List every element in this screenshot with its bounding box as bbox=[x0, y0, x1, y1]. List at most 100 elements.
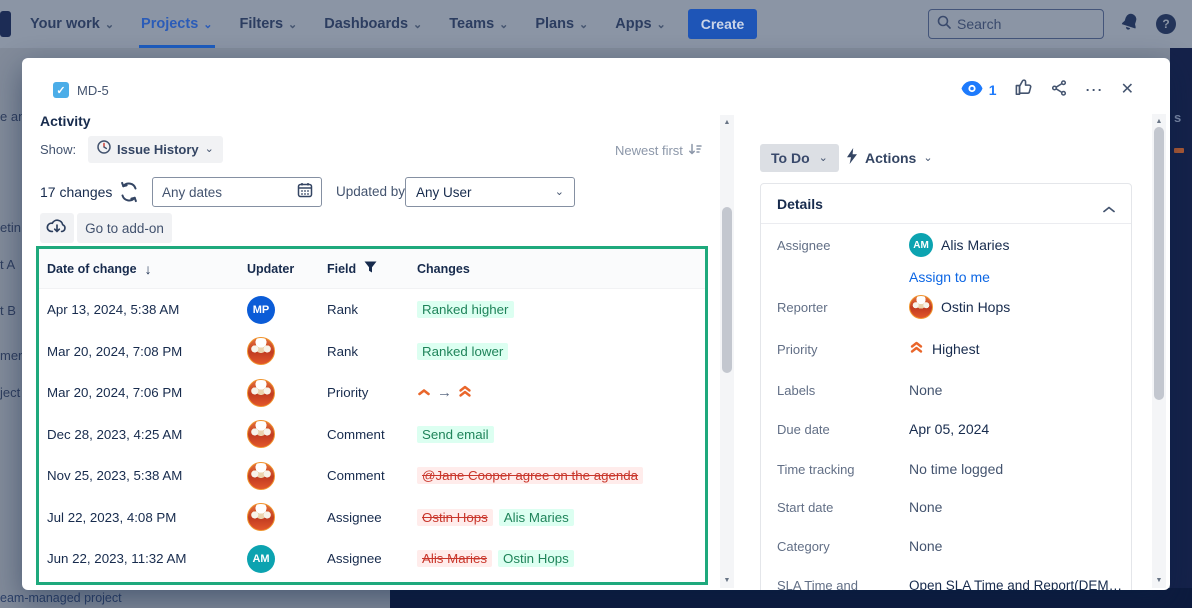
search-input[interactable] bbox=[957, 16, 1095, 32]
scrollbar-thumb[interactable] bbox=[722, 207, 732, 373]
priority-high-icon bbox=[417, 385, 431, 400]
field-label: Due date bbox=[777, 421, 830, 437]
nav-item-teams[interactable]: Teams ⌄ bbox=[449, 0, 508, 48]
change-date: Jun 22, 2023, 11:32 AM bbox=[47, 551, 187, 567]
nav-item-your-work[interactable]: Your work ⌄ bbox=[30, 0, 114, 48]
avatar: AM bbox=[909, 233, 933, 257]
sort-order-control[interactable]: Newest first bbox=[615, 142, 702, 159]
cloud-addon-button[interactable] bbox=[40, 213, 74, 243]
issue-modal: ✓ MD-5 1 ⋯ ✕ Activity Show: Issue Histor… bbox=[22, 58, 1170, 590]
close-icon[interactable]: ✕ bbox=[1121, 82, 1134, 98]
activity-filter-dropdown[interactable]: Issue History ⌄ bbox=[88, 136, 223, 163]
field-category: Category None bbox=[777, 533, 1119, 559]
column-field: Field bbox=[327, 261, 357, 276]
watch-count: 1 bbox=[988, 82, 997, 98]
priority-value[interactable]: Highest bbox=[909, 341, 979, 357]
column-date-of-change[interactable]: Date of change bbox=[47, 262, 137, 276]
issue-history-table: Date of change ↓ Updater Field Changes Ap… bbox=[36, 246, 708, 585]
date-filter-input[interactable] bbox=[162, 184, 291, 200]
history-row[interactable]: Apr 13, 2024, 5:38 AM MP Rank Ranked hig… bbox=[39, 289, 705, 331]
history-row[interactable]: Mar 20, 2024, 7:06 PM Priority → bbox=[39, 372, 705, 414]
nav-right-group: ? bbox=[928, 9, 1176, 39]
status-dropdown[interactable]: To Do ⌄ bbox=[760, 144, 839, 172]
notifications-bell-icon[interactable] bbox=[1120, 12, 1140, 37]
due-date-value[interactable]: Apr 05, 2024 bbox=[909, 421, 989, 437]
scroll-down-icon[interactable]: ▼ bbox=[1152, 577, 1166, 584]
field-label: Category bbox=[777, 538, 830, 554]
search-icon bbox=[937, 15, 951, 34]
reporter-value[interactable]: Ostin Hops bbox=[909, 295, 1010, 319]
share-button[interactable] bbox=[1050, 79, 1068, 102]
go-to-addon-button[interactable]: Go to add-on bbox=[77, 213, 172, 243]
chevron-down-icon: ⌄ bbox=[204, 143, 214, 155]
issue-key[interactable]: MD-5 bbox=[77, 83, 109, 98]
avatar bbox=[909, 295, 933, 319]
avatar bbox=[247, 503, 275, 532]
category-value[interactable]: None bbox=[909, 538, 942, 554]
time-tracking-value[interactable]: No time logged bbox=[909, 461, 1003, 477]
nav-item-dashboards[interactable]: Dashboards ⌄ bbox=[324, 0, 422, 48]
details-scrollbar[interactable]: ▲ ▼ bbox=[1152, 114, 1166, 588]
assignee-name: Alis Maries bbox=[941, 237, 1010, 253]
change-field: Assignee bbox=[327, 551, 382, 567]
create-button[interactable]: Create bbox=[687, 9, 758, 39]
scroll-up-icon[interactable]: ▲ bbox=[720, 119, 734, 126]
sla-report-link[interactable]: Open SLA Time and Report(DEM… bbox=[909, 578, 1122, 591]
eye-icon bbox=[961, 81, 983, 99]
field-priority: Priority Highest bbox=[777, 336, 1119, 362]
collapse-chevron-icon[interactable] bbox=[1103, 200, 1115, 218]
avatar: MP bbox=[247, 295, 275, 324]
background-mark bbox=[1174, 148, 1184, 153]
history-row[interactable]: Mar 20, 2024, 7:08 PM Rank Ranked lower bbox=[39, 331, 705, 373]
top-navigation: Your work ⌄ Projects ⌄ Filters ⌄ Dashboards… bbox=[0, 0, 1192, 48]
history-row[interactable]: Dec 28, 2023, 4:25 AM Comment Send email bbox=[39, 414, 705, 456]
updated-by-label: Updated by: bbox=[336, 184, 409, 199]
nav-item-projects[interactable]: Projects ⌄ bbox=[139, 0, 215, 48]
thumbs-up-icon bbox=[1014, 78, 1033, 102]
nav-item-plans[interactable]: Plans ⌄ bbox=[535, 0, 588, 48]
scroll-down-icon[interactable]: ▼ bbox=[720, 577, 734, 584]
modal-header-actions: 1 ⋯ ✕ bbox=[961, 78, 1134, 102]
labels-value[interactable]: None bbox=[909, 382, 942, 398]
chevron-down-icon: ⌄ bbox=[288, 18, 298, 31]
help-icon[interactable]: ? bbox=[1156, 14, 1176, 34]
nav-item-apps[interactable]: Apps ⌄ bbox=[615, 0, 665, 48]
priority-highest-icon bbox=[458, 385, 472, 401]
project-type-fragment: eam-managed project bbox=[0, 591, 122, 605]
refresh-button[interactable] bbox=[118, 181, 140, 208]
show-label: Show: bbox=[40, 142, 77, 157]
activity-scrollbar[interactable]: ▲ ▼ bbox=[720, 115, 734, 588]
more-actions-button[interactable]: ⋯ bbox=[1085, 81, 1104, 99]
assign-to-me-link[interactable]: Assign to me bbox=[909, 269, 990, 285]
change-field: Comment bbox=[327, 426, 385, 442]
like-button[interactable] bbox=[1014, 78, 1033, 102]
field-label: Labels bbox=[777, 382, 816, 398]
history-row[interactable]: Jun 22, 2023, 11:32 AM AM Assignee Alis … bbox=[39, 538, 705, 580]
filter-funnel-icon[interactable] bbox=[364, 261, 377, 276]
change-field: Rank bbox=[327, 302, 359, 318]
lightning-icon bbox=[846, 147, 858, 169]
change-date: Nov 25, 2023, 5:38 AM bbox=[47, 468, 183, 484]
actions-dropdown[interactable]: Actions ⌄ bbox=[846, 144, 933, 172]
assignee-value[interactable]: AM Alis Maries bbox=[909, 233, 1009, 257]
start-date-value[interactable]: None bbox=[909, 499, 942, 515]
scrollbar-thumb[interactable] bbox=[1154, 127, 1164, 400]
history-row[interactable]: Jul 22, 2023, 4:08 PM Assignee Ostin Hop… bbox=[39, 497, 705, 539]
sort-descending-icon[interactable]: ↓ bbox=[145, 261, 152, 277]
field-label: Priority bbox=[777, 341, 818, 357]
date-filter[interactable] bbox=[152, 177, 322, 207]
calendar-icon bbox=[297, 182, 313, 203]
column-updater: Updater bbox=[247, 261, 295, 276]
nav-item-filters[interactable]: Filters ⌄ bbox=[240, 0, 298, 48]
avatar bbox=[247, 461, 275, 490]
sidebar-fragment: mer bbox=[0, 348, 23, 363]
global-search[interactable] bbox=[928, 9, 1104, 39]
history-row[interactable]: Nov 25, 2023, 5:38 AM Comment @Jane Coop… bbox=[39, 455, 705, 497]
chevron-down-icon: ⌄ bbox=[923, 151, 933, 164]
scroll-up-icon[interactable]: ▲ bbox=[1152, 118, 1166, 125]
watch-button[interactable]: 1 bbox=[961, 81, 997, 99]
change-field: Priority bbox=[327, 385, 369, 401]
nav-item-label: Apps bbox=[615, 16, 652, 32]
sidebar-fragment: ject bbox=[0, 385, 21, 400]
updated-by-select[interactable]: Any User ⌄ bbox=[405, 177, 575, 207]
